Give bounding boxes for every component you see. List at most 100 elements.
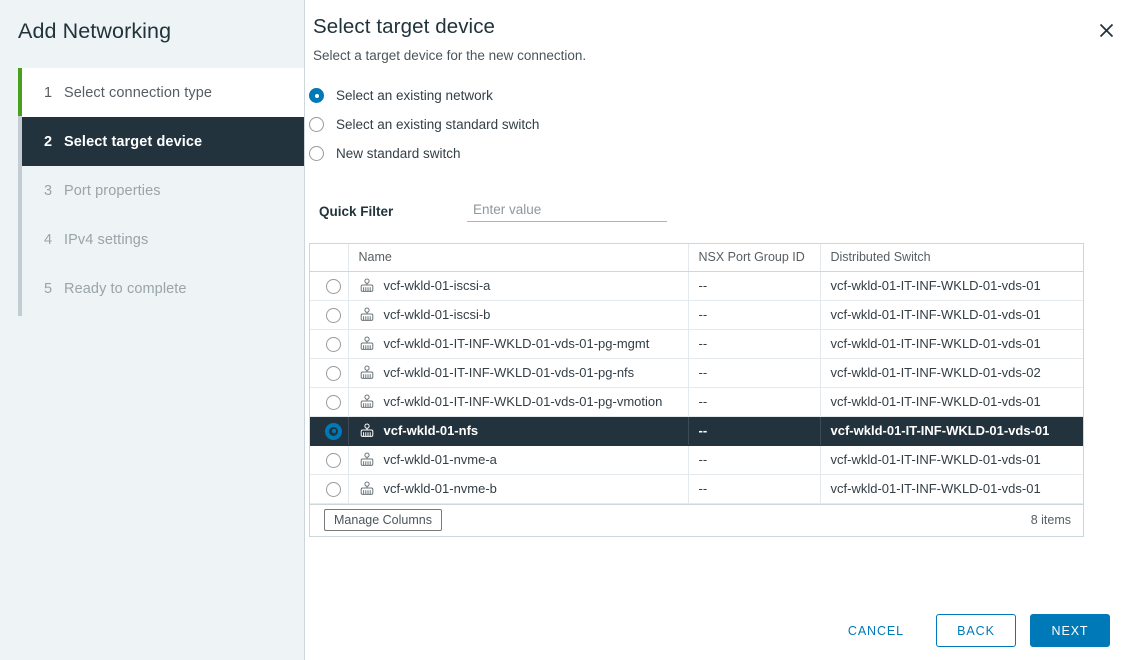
- step-1-number: 1: [44, 85, 64, 101]
- row-select-cell[interactable]: [310, 271, 348, 300]
- sidebar-step-1[interactable]: 1 Select connection type: [22, 68, 304, 117]
- manage-columns-button[interactable]: Manage Columns: [324, 509, 442, 531]
- row-name-cell: vcf-wkld-01-iscsi-b: [348, 300, 688, 329]
- column-header-distributed-switch[interactable]: Distributed Switch: [820, 244, 1083, 271]
- table-row[interactable]: vcf-wkld-01-IT-INF-WKLD-01-vds-01-pg-vmo…: [310, 387, 1083, 416]
- row-name-text: vcf-wkld-01-IT-INF-WKLD-01-vds-01-pg-nfs: [384, 365, 635, 380]
- row-select-cell[interactable]: [310, 445, 348, 474]
- table-row[interactable]: vcf-wkld-01-IT-INF-WKLD-01-vds-01-pg-mgm…: [310, 329, 1083, 358]
- row-dvs-cell: vcf-wkld-01-IT-INF-WKLD-01-vds-01: [820, 329, 1083, 358]
- row-name-cell: vcf-wkld-01-nfs: [348, 416, 688, 445]
- back-button[interactable]: BACK: [936, 614, 1016, 647]
- close-button[interactable]: [1092, 16, 1120, 44]
- row-select-cell[interactable]: [310, 387, 348, 416]
- step-2-label: Select target device: [64, 134, 202, 150]
- row-nsx-cell: --: [688, 358, 820, 387]
- radio-select-existing-standard-switch[interactable]: Select an existing standard switch: [309, 110, 1132, 139]
- port-group-icon: [359, 278, 375, 294]
- row-name-cell: vcf-wkld-01-nvme-b: [348, 474, 688, 503]
- row-radio-icon[interactable]: [326, 366, 341, 381]
- sidebar-step-2[interactable]: 2 Select target device: [22, 117, 304, 166]
- item-count-label: 8 items: [1031, 513, 1071, 527]
- row-radio-icon[interactable]: [326, 453, 341, 468]
- row-radio-icon[interactable]: [326, 395, 341, 410]
- cancel-button[interactable]: CANCEL: [830, 614, 922, 647]
- row-dvs-cell: vcf-wkld-01-IT-INF-WKLD-01-vds-01: [820, 271, 1083, 300]
- sidebar-step-4[interactable]: 4 IPv4 settings: [22, 215, 304, 264]
- radio-mark-icon: [309, 88, 324, 103]
- row-name-cell: vcf-wkld-01-IT-INF-WKLD-01-vds-01-pg-nfs: [348, 358, 688, 387]
- radio-new-standard-switch[interactable]: New standard switch: [309, 139, 1132, 168]
- table-row[interactable]: vcf-wkld-01-iscsi-b -- vcf-wkld-01-IT-IN…: [310, 300, 1083, 329]
- column-header-select: [310, 244, 348, 271]
- row-name-cell: vcf-wkld-01-nvme-a: [348, 445, 688, 474]
- quick-filter-row: Quick Filter: [305, 200, 1132, 222]
- table-row[interactable]: vcf-wkld-01-nvme-a -- vcf-wkld-01-IT-INF…: [310, 445, 1083, 474]
- column-header-name[interactable]: Name: [348, 244, 688, 271]
- target-device-table: Name NSX Port Group ID Distributed Switc…: [309, 243, 1084, 537]
- row-dvs-cell: vcf-wkld-01-IT-INF-WKLD-01-vds-01: [820, 474, 1083, 503]
- table-row[interactable]: vcf-wkld-01-iscsi-a -- vcf-wkld-01-IT-IN…: [310, 271, 1083, 300]
- step-2-number: 2: [44, 134, 64, 150]
- radio-label-new-standard-switch: New standard switch: [336, 146, 461, 161]
- table-row[interactable]: vcf-wkld-01-nvme-b -- vcf-wkld-01-IT-INF…: [310, 474, 1083, 503]
- page-subtitle: Select a target device for the new conne…: [309, 39, 1132, 63]
- table-row[interactable]: vcf-wkld-01-IT-INF-WKLD-01-vds-01-pg-nfs…: [310, 358, 1083, 387]
- row-radio-icon-selected[interactable]: [326, 424, 341, 439]
- row-name-text: vcf-wkld-01-iscsi-a: [384, 278, 491, 293]
- row-nsx-cell: --: [688, 300, 820, 329]
- row-dvs-cell: vcf-wkld-01-IT-INF-WKLD-01-vds-01: [820, 445, 1083, 474]
- row-name-text: vcf-wkld-01-IT-INF-WKLD-01-vds-01-pg-vmo…: [384, 394, 663, 409]
- row-dvs-cell: vcf-wkld-01-IT-INF-WKLD-01-vds-01: [820, 416, 1083, 445]
- sidebar-step-3[interactable]: 3 Port properties: [22, 166, 304, 215]
- table-header-row: Name NSX Port Group ID Distributed Switc…: [310, 244, 1083, 271]
- row-select-cell[interactable]: [310, 474, 348, 503]
- port-group-icon: [359, 365, 375, 381]
- row-select-cell[interactable]: [310, 358, 348, 387]
- row-nsx-cell: --: [688, 445, 820, 474]
- row-radio-icon[interactable]: [326, 279, 341, 294]
- row-nsx-cell: --: [688, 387, 820, 416]
- table-row-selected[interactable]: vcf-wkld-01-nfs -- vcf-wkld-01-IT-INF-WK…: [310, 416, 1083, 445]
- row-name-text: vcf-wkld-01-IT-INF-WKLD-01-vds-01-pg-mgm…: [384, 336, 650, 351]
- table-body: vcf-wkld-01-iscsi-a -- vcf-wkld-01-IT-IN…: [310, 271, 1083, 503]
- row-nsx-cell: --: [688, 329, 820, 358]
- port-group-icon: [359, 336, 375, 352]
- column-header-nsx-port-group-id[interactable]: NSX Port Group ID: [688, 244, 820, 271]
- radio-mark-icon: [309, 117, 324, 132]
- port-group-icon: [359, 394, 375, 410]
- wizard-footer-actions: CANCEL BACK NEXT: [830, 614, 1110, 647]
- row-select-cell[interactable]: [310, 416, 348, 445]
- step-1-label: Select connection type: [64, 85, 212, 101]
- radio-select-existing-network[interactable]: Select an existing network: [309, 81, 1132, 110]
- step-3-number: 3: [44, 183, 64, 199]
- row-select-cell[interactable]: [310, 329, 348, 358]
- add-networking-wizard: Add Networking 1 Select connection type …: [0, 0, 1132, 660]
- row-radio-icon[interactable]: [326, 482, 341, 497]
- quick-filter-label: Quick Filter: [319, 204, 467, 222]
- quick-filter-input[interactable]: [467, 200, 667, 222]
- target-device-radio-group: Select an existing network Select an exi…: [305, 81, 1132, 168]
- next-button[interactable]: NEXT: [1030, 614, 1110, 647]
- row-name-cell: vcf-wkld-01-iscsi-a: [348, 271, 688, 300]
- row-nsx-cell: --: [688, 416, 820, 445]
- port-group-icon: [359, 307, 375, 323]
- radio-label-existing-network: Select an existing network: [336, 88, 493, 103]
- step-5-number: 5: [44, 281, 64, 297]
- wizard-sidebar: Add Networking 1 Select connection type …: [0, 0, 305, 660]
- row-radio-icon[interactable]: [326, 337, 341, 352]
- wizard-title: Add Networking: [0, 0, 304, 44]
- radio-label-existing-standard-switch: Select an existing standard switch: [336, 117, 539, 132]
- step-4-number: 4: [44, 232, 64, 248]
- wizard-content-panel: Select target device Select a target dev…: [305, 0, 1132, 660]
- step-3-label: Port properties: [64, 183, 161, 199]
- row-name-text: vcf-wkld-01-nfs: [384, 423, 479, 438]
- row-dvs-cell: vcf-wkld-01-IT-INF-WKLD-01-vds-01: [820, 387, 1083, 416]
- row-select-cell[interactable]: [310, 300, 348, 329]
- port-group-icon: [359, 452, 375, 468]
- row-nsx-cell: --: [688, 271, 820, 300]
- row-radio-icon[interactable]: [326, 308, 341, 323]
- row-nsx-cell: --: [688, 474, 820, 503]
- step-4-label: IPv4 settings: [64, 232, 148, 248]
- sidebar-step-5[interactable]: 5 Ready to complete: [22, 264, 304, 313]
